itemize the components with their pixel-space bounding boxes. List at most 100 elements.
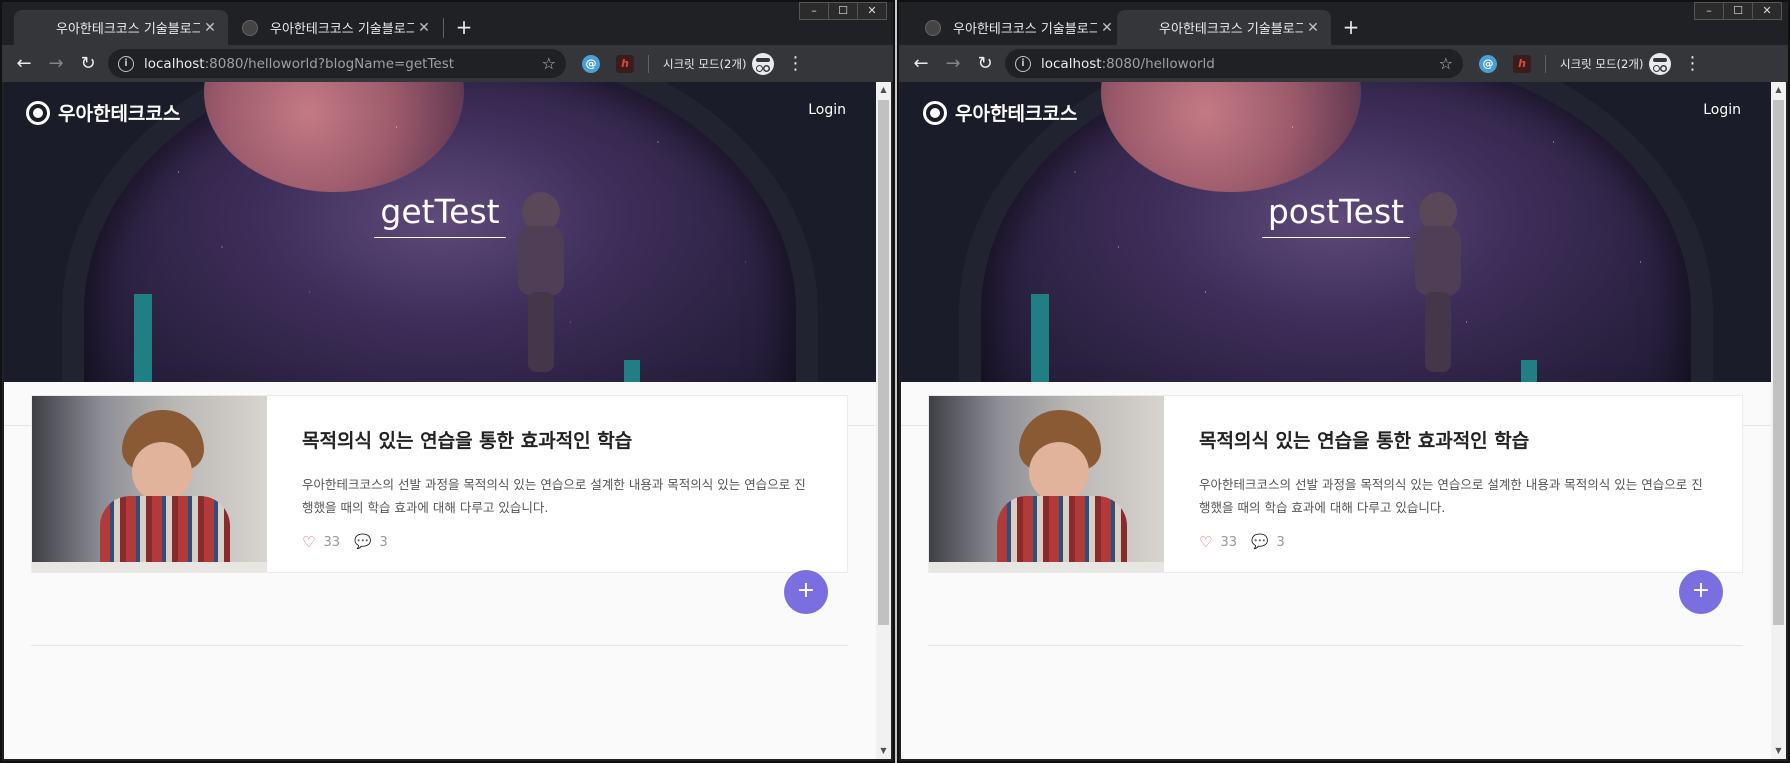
pillar	[134, 294, 152, 382]
window-controls: – ☐ ✕	[799, 2, 887, 20]
heart-icon[interactable]: ♡	[302, 533, 315, 551]
comment-icon[interactable]: 💬	[1251, 534, 1268, 550]
close-tab-icon[interactable]: ✕	[200, 20, 220, 36]
toolbar-separator	[648, 54, 649, 73]
close-window-icon[interactable]: ✕	[857, 2, 887, 20]
url-path: :8080/helloworld	[1101, 55, 1215, 72]
pillar	[624, 360, 640, 382]
star-icon[interactable]: ☆	[1439, 54, 1453, 73]
heart-icon[interactable]: ♡	[1199, 533, 1212, 551]
incognito-label[interactable]: 시크릿 모드(2개)	[1560, 56, 1643, 72]
hero-banner: 우아한테크코스 Login postTest	[901, 82, 1771, 382]
blog-name: getTest	[374, 192, 506, 238]
login-link[interactable]: Login	[808, 102, 846, 118]
favicon-icon	[925, 19, 941, 36]
tab-title: 우아한테크코스 기술블로그	[953, 22, 1097, 37]
reload-icon[interactable]: ↻	[969, 48, 1001, 80]
hero-banner: 우아한테크코스 Login getTest	[4, 82, 876, 382]
article-summary: 우아한테크코스의 선발 과정을 목적의식 있는 연습으로 설계한 내용과 목적의…	[302, 477, 806, 515]
scrollbar-thumb[interactable]	[1773, 100, 1784, 625]
close-window-icon[interactable]: ✕	[1752, 2, 1782, 20]
divider	[928, 645, 1743, 646]
browser-window-right: 우아한테크코스 기술블로그 ✕ 우아한테크코스 기술블로그 ✕ + – ☐ ✕ …	[897, 0, 1790, 763]
favicon-icon	[1131, 19, 1147, 36]
tab-2[interactable]: 우아한테크코스 기술블로그 ✕	[228, 10, 442, 45]
incognito-label[interactable]: 시크릿 모드(2개)	[663, 56, 746, 72]
browser-window-left: 우아한테크코스 기술블로그 ✕ 우아한테크코스 기술블로그 ✕ + – ☐ ✕ …	[0, 0, 895, 763]
like-count: 33	[1220, 534, 1237, 550]
forward-icon[interactable]: →	[937, 48, 969, 80]
new-tab-icon[interactable]: +	[1337, 14, 1365, 42]
logo-icon	[923, 100, 947, 125]
tab-strip: 우아한테크코스 기술블로그 ✕ 우아한테크코스 기술블로그 ✕ + – ☐ ✕	[899, 2, 1788, 45]
brand-logo[interactable]: 우아한테크코스	[26, 99, 180, 126]
star-icon[interactable]: ☆	[542, 54, 556, 73]
incognito-icon[interactable]	[752, 52, 775, 75]
comment-count: 3	[1276, 534, 1285, 550]
desktop: 우아한테크코스 기술블로그 ✕ 우아한테크코스 기술블로그 ✕ + – ☐ ✕ …	[0, 0, 1790, 763]
comment-icon[interactable]: 💬	[354, 534, 371, 550]
scroll-down-icon[interactable]: ▼	[876, 743, 891, 759]
comment-count: 3	[379, 534, 388, 550]
article-summary: 우아한테크코스의 선발 과정을 목적의식 있는 연습으로 설계한 내용과 목적의…	[1199, 477, 1703, 515]
article-thumbnail	[929, 396, 1164, 572]
blog-name: postTest	[1261, 192, 1411, 238]
tab-1[interactable]: 우아한테크코스 기술블로그 ✕	[911, 10, 1125, 45]
close-tab-icon[interactable]: ✕	[1097, 20, 1117, 36]
pillar	[1031, 294, 1049, 382]
maximize-icon[interactable]: ☐	[828, 2, 858, 20]
add-post-button[interactable]: +	[1679, 570, 1723, 614]
scrollbar[interactable]: ▲ ▼	[1771, 82, 1786, 759]
minimize-icon[interactable]: –	[1694, 2, 1724, 20]
toolbar-separator	[1545, 54, 1546, 73]
tab-2[interactable]: 우아한테크코스 기술블로그 ✕	[1117, 10, 1331, 45]
kebab-menu-icon[interactable]: ⋮	[786, 53, 804, 74]
address-bar[interactable]: i localhost:8080/helloworld?blogName=get…	[108, 49, 566, 78]
close-tab-icon[interactable]: ✕	[1303, 20, 1323, 36]
forward-icon[interactable]: →	[40, 48, 72, 80]
logo-icon	[26, 100, 50, 125]
extension-icon[interactable]: @	[1479, 54, 1497, 73]
article-title[interactable]: 목적의식 있는 연습을 통한 효과적인 학습	[302, 426, 812, 453]
scroll-down-icon[interactable]: ▼	[1771, 743, 1786, 759]
login-link[interactable]: Login	[1703, 102, 1741, 118]
incognito-icon[interactable]	[1649, 52, 1672, 75]
maximize-icon[interactable]: ☐	[1723, 2, 1753, 20]
article-card[interactable]: 목적의식 있는 연습을 통한 효과적인 학습 우아한테크코스의 선발 과정을 목…	[928, 395, 1743, 573]
scrollbar[interactable]: ▲ ▼	[876, 82, 891, 759]
article-title[interactable]: 목적의식 있는 연습을 통한 효과적인 학습	[1199, 426, 1707, 453]
pillar	[1521, 360, 1537, 382]
window-controls: – ☐ ✕	[1694, 2, 1782, 20]
blog-title: getTest	[4, 192, 876, 238]
close-tab-icon[interactable]: ✕	[414, 20, 434, 36]
extension-icon[interactable]: h	[1513, 54, 1531, 73]
favicon-icon	[242, 19, 258, 36]
article-thumbnail	[32, 396, 267, 572]
info-icon[interactable]: i	[118, 55, 134, 72]
info-icon[interactable]: i	[1015, 55, 1031, 72]
scroll-up-icon[interactable]: ▲	[876, 82, 891, 98]
add-post-button[interactable]: +	[784, 570, 828, 614]
brand-logo[interactable]: 우아한테크코스	[923, 99, 1077, 126]
article-card[interactable]: 목적의식 있는 연습을 통한 효과적인 학습 우아한테크코스의 선발 과정을 목…	[31, 395, 848, 573]
extension-icon[interactable]: h	[616, 54, 634, 73]
new-tab-icon[interactable]: +	[450, 14, 478, 42]
scrollbar-thumb[interactable]	[878, 100, 889, 625]
browser-toolbar: ← → ↻ i localhost:8080/helloworld ☆ @ h …	[899, 45, 1788, 82]
brand-name: 우아한테크코스	[955, 103, 1078, 125]
reload-icon[interactable]: ↻	[72, 48, 104, 80]
url-host: localhost	[144, 55, 205, 72]
extension-icon[interactable]: @	[582, 54, 600, 73]
article-body: 목적의식 있는 연습을 통한 효과적인 학습 우아한테크코스의 선발 과정을 목…	[1164, 396, 1742, 572]
tab-1[interactable]: 우아한테크코스 기술블로그 ✕	[14, 10, 228, 45]
article-meta: ♡ 33 💬 3	[302, 533, 812, 551]
back-icon[interactable]: ←	[905, 48, 937, 80]
brand-name: 우아한테크코스	[58, 103, 181, 125]
back-icon[interactable]: ←	[8, 48, 40, 80]
browser-toolbar: ← → ↻ i localhost:8080/helloworld?blogNa…	[2, 45, 893, 82]
address-bar[interactable]: i localhost:8080/helloworld ☆	[1005, 49, 1463, 78]
scroll-up-icon[interactable]: ▲	[1771, 82, 1786, 98]
minimize-icon[interactable]: –	[799, 2, 829, 20]
tab-title: 우아한테크코스 기술블로그	[270, 22, 414, 37]
kebab-menu-icon[interactable]: ⋮	[1683, 53, 1701, 74]
